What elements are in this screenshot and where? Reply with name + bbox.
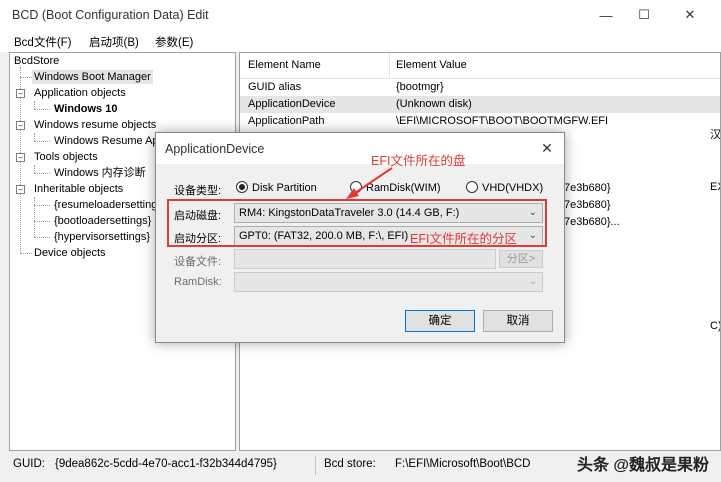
chevron-down-icon: ⌄ <box>528 276 537 287</box>
collapse-icon[interactable]: − <box>16 185 25 194</box>
annotation-efi-disk: EFI文件所在的盘 <box>371 154 466 168</box>
collapse-icon[interactable]: − <box>16 153 25 162</box>
tree-item-application-objects[interactable]: Application objects <box>34 86 126 100</box>
radio-ramdisk-label[interactable]: RamDisk(WIM) <box>366 182 441 194</box>
ramdisk-select[interactable]: ⌄ <box>234 272 543 292</box>
tree-item-resumeloadersettings[interactable]: {resumeloadersettings} <box>54 198 167 212</box>
tree-item-tools-objects[interactable]: Tools objects <box>34 150 98 164</box>
collapse-icon[interactable]: − <box>16 121 25 130</box>
cancel-button[interactable]: 取消 <box>483 310 553 332</box>
partial-value: 汉 <box>710 129 721 141</box>
minimize-icon: — <box>599 7 613 23</box>
radio-ramdisk[interactable] <box>350 181 362 193</box>
dialog-close-button[interactable]: ✕ <box>530 133 564 164</box>
tree-item-inheritable-objects[interactable]: Inheritable objects <box>34 182 123 196</box>
menu-bcd-file[interactable]: Bcd文件(F) <box>14 34 72 50</box>
status-store-label: Bcd store: <box>324 458 376 470</box>
ramdisk-label: RamDisk: <box>174 276 222 288</box>
annotation-efi-partition: EFI文件所在的分区 <box>410 232 517 246</box>
status-guid-label: GUID: <box>13 458 45 470</box>
dialog-title-bar: ApplicationDevice ✕ <box>156 133 564 164</box>
tree-item-memory-diagnostic[interactable]: Windows 内存诊断 <box>54 166 146 180</box>
radio-disk-partition-label[interactable]: Disk Partition <box>252 182 317 194</box>
tree-item-windows-boot-manager[interactable]: Windows Boot Manager <box>32 70 153 84</box>
tree-item-bootloadersettings[interactable]: {bootloadersettings} <box>54 214 151 228</box>
window-title: BCD (Boot Configuration Data) Edit <box>12 8 209 22</box>
menu-parameters[interactable]: 参数(E) <box>155 34 193 50</box>
device-file-label: 设备文件: <box>174 256 222 268</box>
menu-bar: Bcd文件(F) 启动项(B) 参数(E) <box>0 30 721 52</box>
dialog-title: ApplicationDevice <box>165 142 265 156</box>
maximize-button[interactable]: ☐ <box>621 0 667 30</box>
table-row[interactable]: ApplicationPath \EFI\MICROSOFT\BOOT\BOOT… <box>240 113 720 130</box>
partial-value: 7e3b680}... <box>564 216 620 228</box>
close-button[interactable]: ✕ <box>667 0 713 30</box>
watermark: 头条 @魏叔是果粉 <box>576 457 709 474</box>
table-row[interactable]: GUID alias {bootmgr} <box>240 79 720 96</box>
tree-item-resume-objects[interactable]: Windows resume objects <box>34 118 156 132</box>
radio-vhd[interactable] <box>466 181 478 193</box>
status-store-value: F:\EFI\Microsoft\Boot\BCD <box>395 458 531 470</box>
properties-header: Element Name Element Value <box>240 53 720 79</box>
status-guid-value: {9dea862c-5cdd-4e70-acc1-f32b344d4795} <box>55 458 277 470</box>
partial-value: EX <box>710 181 720 193</box>
title-bar: BCD (Boot Configuration Data) Edit — ☐ ✕ <box>0 0 721 30</box>
close-icon: ✕ <box>541 140 553 156</box>
close-icon: ✕ <box>684 7 696 22</box>
column-element-value[interactable]: Element Value <box>396 59 467 71</box>
tree-item-hypervisorsettings[interactable]: {hypervisorsettings} <box>54 230 150 244</box>
tree-item-windows-10[interactable]: Windows 10 <box>54 102 117 116</box>
maximize-icon: ☐ <box>638 7 650 22</box>
radio-vhd-label[interactable]: VHD(VHDX) <box>482 182 543 194</box>
partial-value: 7e3b680} <box>564 199 611 211</box>
radio-disk-partition[interactable] <box>236 181 248 193</box>
device-file-field[interactable] <box>234 249 496 269</box>
partial-value: 7e3b680} <box>564 182 611 194</box>
column-element-name[interactable]: Element Name <box>248 59 321 71</box>
partial-value: C) <box>710 320 721 332</box>
device-type-label: 设备类型: <box>174 185 222 197</box>
tree-root-bcdstore[interactable]: BcdStore <box>14 54 59 68</box>
collapse-icon[interactable]: − <box>16 89 25 98</box>
tree-item-device-objects[interactable]: Device objects <box>34 246 106 260</box>
ok-button[interactable]: 确定 <box>405 310 475 332</box>
table-row[interactable]: ApplicationDevice (Unknown disk) <box>240 96 720 113</box>
partition-button[interactable]: 分区> <box>499 250 543 268</box>
menu-boot-entry[interactable]: 启动项(B) <box>89 34 139 50</box>
